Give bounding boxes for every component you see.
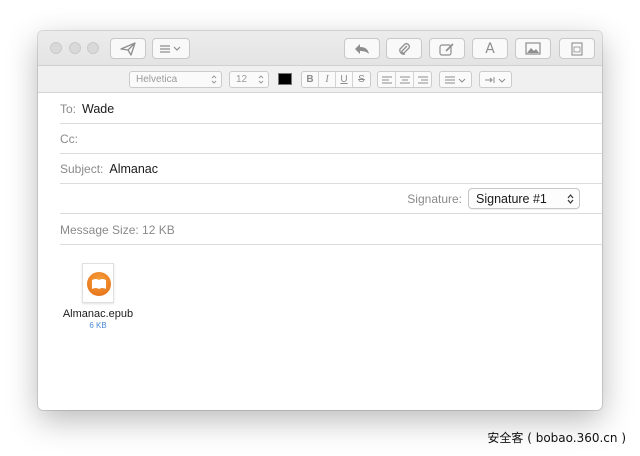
to-field[interactable]: Wade [82,102,114,116]
font-size-value: 12 [236,74,248,85]
bold-button[interactable]: B [302,72,319,87]
indent-select[interactable] [479,71,512,88]
font-size-select[interactable]: 12 [229,71,269,88]
epub-file-icon [82,263,114,303]
format-icon: A [485,40,495,57]
align-right-button[interactable] [414,72,431,87]
signature-label: Signature: [407,191,462,206]
to-label: To: [60,101,77,116]
updown-chevron-icon [567,193,574,208]
updown-chevron-icon [211,74,217,88]
signature-control: Signature: Signature #1 [407,188,580,209]
format-bar: Helvetica 12 B I U S [38,66,602,93]
align-left-icon [381,76,392,83]
photo-browser-button[interactable] [515,38,551,59]
align-center-icon [399,76,410,83]
attachment-name: Almanac.epub [62,308,134,320]
markup-icon [439,42,455,56]
text-style-group: B I U S [301,71,371,88]
reply-button[interactable] [344,38,380,59]
message-size-row: Message Size: 12 KB [60,215,602,245]
font-family-select[interactable]: Helvetica [129,71,222,88]
cc-label: Cc: [60,131,78,146]
zoom-window-button[interactable] [87,42,99,54]
list-style-select[interactable] [439,71,472,88]
ibooks-icon [87,272,111,296]
align-right-icon [417,76,428,83]
indent-icon [484,76,505,83]
to-row[interactable]: To: Wade [60,94,602,124]
markup-button[interactable] [429,38,465,59]
align-center-button[interactable] [396,72,414,87]
send-button[interactable] [110,38,146,59]
attachment-size: 6 KB [89,321,107,330]
reply-icon [354,43,370,55]
text-color-swatch[interactable] [278,73,292,85]
underline-button[interactable]: U [336,72,353,87]
close-window-button[interactable] [50,42,62,54]
align-left-button[interactable] [378,72,396,87]
header-fields-icon [159,44,183,54]
cc-row[interactable]: Cc: [60,124,602,154]
stationery-icon [571,41,583,56]
signature-value: Signature #1 [476,191,547,206]
message-size-text: Message Size: 12 KB [60,222,175,237]
attach-button[interactable] [386,38,422,59]
alignment-group [377,71,432,88]
toolbar: A [38,31,602,66]
send-icon [120,41,136,56]
signature-select[interactable]: Signature #1 [468,188,580,209]
strikethrough-button[interactable]: S [353,72,370,87]
photo-browser-icon [525,42,541,55]
format-button[interactable]: A [472,38,508,59]
subject-row[interactable]: Subject: Almanac [60,154,602,184]
attachment[interactable]: Almanac.epub 6 KB [56,263,140,330]
compose-window: A Helvetica 12 B I U S To: Wade Cc: Subj… [38,31,602,410]
italic-button[interactable]: I [319,72,336,87]
header-fields-button[interactable] [152,38,190,59]
subject-label: Subject: [60,161,104,176]
updown-chevron-icon [258,74,264,88]
watermark-text: 安全客 ( bobao.360.cn ) [487,431,626,445]
subject-field[interactable]: Almanac [109,162,158,176]
font-family-value: Helvetica [136,74,178,85]
minimize-window-button[interactable] [69,42,81,54]
attachment-icon [397,42,411,56]
list-icon [444,76,465,83]
stationery-button[interactable] [559,38,595,59]
signature-row: Signature: Signature #1 [60,184,602,214]
